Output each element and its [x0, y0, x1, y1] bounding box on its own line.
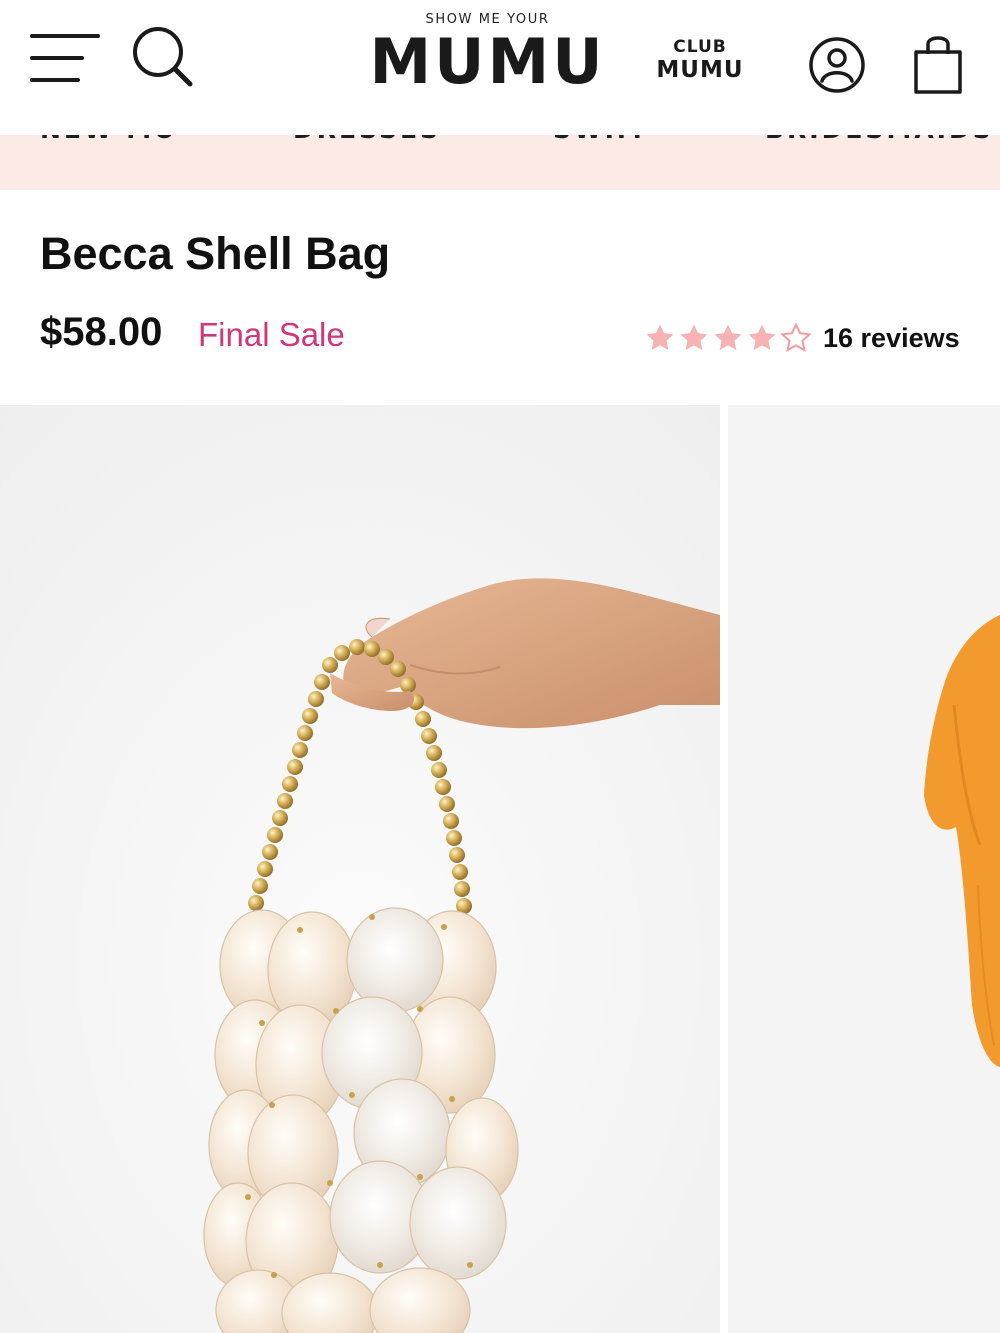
- rating-stars: [643, 321, 813, 355]
- club-label-line1: CLUB: [673, 37, 727, 57]
- model-orange-dress-photo: [728, 405, 1000, 1333]
- search-icon: [133, 27, 193, 87]
- product-title: Becca Shell Bag: [40, 228, 391, 279]
- search-button[interactable]: [128, 24, 198, 90]
- product-rating[interactable]: 16 reviews: [643, 318, 960, 358]
- star-filled-icon: [748, 324, 776, 351]
- hamburger-menu-icon: [30, 34, 100, 82]
- final-sale-label: Final Sale: [198, 316, 345, 353]
- club-mumu-link[interactable]: CLUB MUMU: [652, 38, 748, 88]
- user-account-icon: [809, 37, 865, 93]
- nav-item-dresses[interactable]: DRESSES: [293, 135, 441, 144]
- site-header: SHOW ME YOUR MUMU CLUB MUMU: [0, 0, 1000, 135]
- star-empty-icon: [780, 322, 812, 352]
- product-page: SHOW ME YOUR MUMU CLUB MUMU NEW MU DRESS…: [0, 0, 1000, 1333]
- category-nav: NEW MU DRESSES SWIM BRIDESMAIDS: [0, 135, 1000, 190]
- site-logo[interactable]: SHOW ME YOUR MUMU: [360, 12, 615, 102]
- product-image-next[interactable]: [728, 405, 1000, 1333]
- star-filled-icon: [680, 324, 708, 351]
- nav-item-swim[interactable]: SWIM: [553, 135, 645, 144]
- cart-button[interactable]: [908, 32, 968, 96]
- star-filled-icon: [646, 324, 674, 351]
- nav-item-bridesmaids[interactable]: BRIDESMAIDS: [765, 135, 994, 144]
- club-label-line2: MUMU: [656, 57, 744, 83]
- product-price: $58.00: [40, 310, 163, 354]
- product-image-main[interactable]: [0, 405, 720, 1333]
- shell-bag-photo: [0, 405, 720, 1333]
- star-filled-icon: [714, 324, 742, 351]
- logo-wordmark: MUMU: [369, 25, 606, 98]
- review-count[interactable]: 16 reviews: [823, 323, 960, 354]
- menu-button[interactable]: [28, 30, 102, 86]
- account-button[interactable]: [808, 36, 866, 94]
- shopping-bag-icon: [914, 36, 962, 94]
- nav-item-new[interactable]: NEW MU: [40, 135, 177, 144]
- product-gallery[interactable]: [0, 405, 1000, 1333]
